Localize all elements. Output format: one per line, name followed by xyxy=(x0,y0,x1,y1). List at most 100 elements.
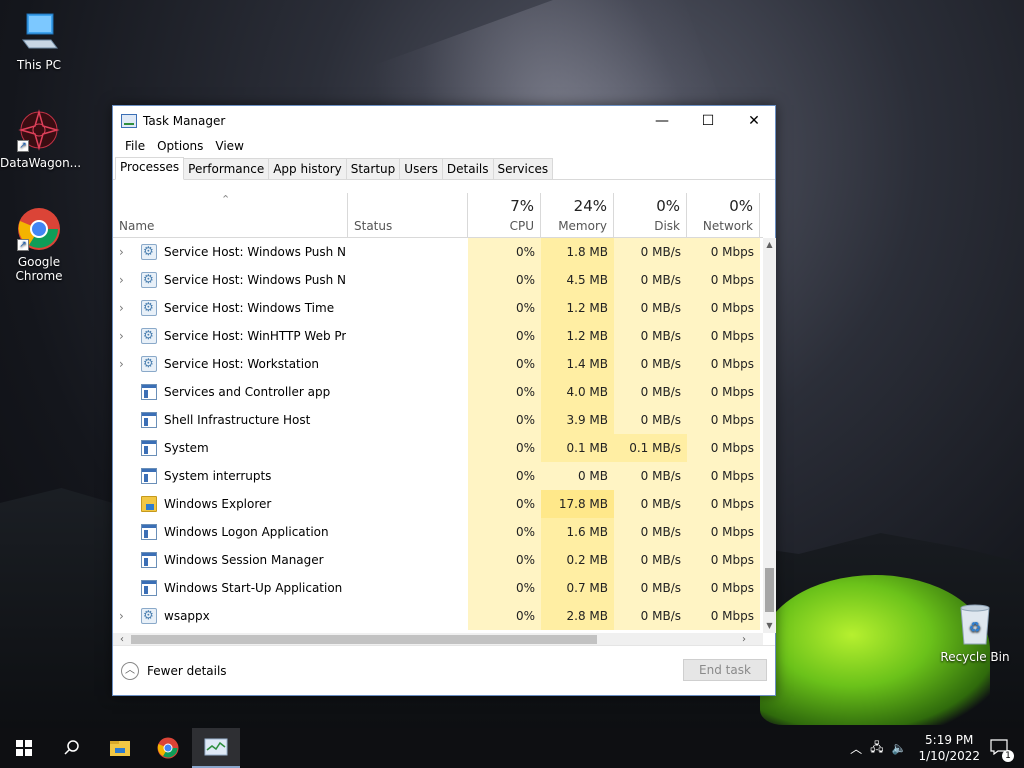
tab-bar: Processes Performance App history Startu… xyxy=(113,157,775,180)
tab-app-history[interactable]: App history xyxy=(268,158,347,179)
table-row[interactable]: Windows Session Manager 0% 0.2 MB 0 MB/s 0 M… xyxy=(113,546,763,574)
maximize-button[interactable]: ☐ xyxy=(685,106,731,135)
table-row[interactable]: Windows Start-Up Application 0% 0.7 MB 0 MB… xyxy=(113,574,763,602)
desktop-icon-recycle-bin[interactable]: ♻ Recycle Bin xyxy=(936,602,1014,664)
expand-chevron-icon[interactable]: › xyxy=(119,602,131,630)
app-window-icon xyxy=(141,468,157,484)
volume-muted-icon[interactable]: 🔈 xyxy=(892,741,907,755)
table-row[interactable]: System interrupts 0% 0 MB 0 MB/s 0 Mbps xyxy=(113,462,763,490)
table-row[interactable]: › Service Host: Windows Time 0%1.2 MB0 MB/… xyxy=(113,294,763,322)
service-gear-icon xyxy=(141,328,157,344)
process-name: Service Host: Windows Push No... xyxy=(164,273,346,287)
disk-cell: 0 MB/s xyxy=(614,238,687,266)
column-header-status[interactable]: Status xyxy=(348,193,468,238)
expand-chevron-icon[interactable]: › xyxy=(119,322,131,350)
memory-cell: 0.7 MB xyxy=(541,574,614,602)
system-tray: ︿ 🖧 🔈 5:19 PM 1/10/2022 1 xyxy=(850,728,1024,768)
menu-options[interactable]: Options xyxy=(151,139,209,153)
tab-users[interactable]: Users xyxy=(399,158,443,179)
table-row[interactable]: › Service Host: WinHTTP Web Pro... 0%1.2 M… xyxy=(113,322,763,350)
clock[interactable]: 5:19 PM 1/10/2022 xyxy=(918,732,980,764)
process-name: Windows Session Manager xyxy=(164,553,324,567)
column-header-disk[interactable]: 0% Disk xyxy=(614,193,687,238)
cpu-cell: 0% xyxy=(468,406,541,434)
desktop-icon-this-pc[interactable]: This PC xyxy=(0,10,78,72)
scroll-up-icon[interactable]: ▲ xyxy=(763,238,776,252)
chrome-icon xyxy=(157,737,179,759)
process-name: Windows Explorer xyxy=(164,497,272,511)
process-table: ⌃ Name Status 7% CPU 24% Memory 0% Disk … xyxy=(113,193,763,633)
title-bar[interactable]: Task Manager — ☐ ✕ xyxy=(113,106,775,135)
process-name: Windows Logon Application xyxy=(164,525,329,539)
process-name: Shell Infrastructure Host xyxy=(164,413,311,427)
action-center-button[interactable]: 1 xyxy=(990,738,1014,762)
memory-cell: 17.8 MB xyxy=(541,490,614,518)
task-manager-window: Task Manager — ☐ ✕ File Options View Pro… xyxy=(112,105,776,696)
end-task-button[interactable]: End task xyxy=(683,659,767,681)
table-row[interactable]: › wsappx 0%2.8 MB0 MB/s0 Mbps xyxy=(113,602,763,630)
expand-chevron-icon[interactable]: › xyxy=(119,238,131,266)
show-hidden-icons-icon[interactable]: ︿ xyxy=(850,740,862,757)
table-row[interactable]: Windows Explorer 0% 17.8 MB 0 MB/s 0 Mbps xyxy=(113,490,763,518)
tab-details[interactable]: Details xyxy=(441,158,494,179)
column-header-power[interactable]: P xyxy=(760,193,763,238)
vertical-scrollbar[interactable]: ▲ ▼ xyxy=(763,238,776,633)
tab-startup[interactable]: Startup xyxy=(345,158,401,179)
cpu-cell: 0% xyxy=(468,518,541,546)
table-row[interactable]: Services and Controller app 0% 4.0 MB 0 MB/… xyxy=(113,378,763,406)
taskbar-file-explorer[interactable] xyxy=(96,728,144,768)
horizontal-scroll-thumb[interactable] xyxy=(131,635,597,644)
expand-chevron-icon[interactable]: › xyxy=(119,350,131,378)
expand-chevron-icon[interactable]: › xyxy=(119,294,131,322)
network-cell: 0 Mbps xyxy=(687,462,760,490)
service-gear-icon xyxy=(141,244,157,260)
fewer-details-link[interactable]: ︿ Fewer details xyxy=(121,662,227,680)
notification-count: 1 xyxy=(1002,749,1014,762)
memory-cell: 3.9 MB xyxy=(541,406,614,434)
memory-cell: 1.2 MB xyxy=(541,294,614,322)
datawagon-icon: ↗ xyxy=(17,108,61,152)
search-button[interactable] xyxy=(48,728,96,768)
memory-cell: 4.5 MB xyxy=(541,266,614,294)
table-row[interactable]: › Service Host: Windows Push No... 0%4.5 M… xyxy=(113,266,763,294)
table-row[interactable]: System 0% 0.1 MB 0.1 MB/s 0 Mbps xyxy=(113,434,763,462)
column-header-cpu[interactable]: 7% CPU xyxy=(468,193,541,238)
recycle-bin-icon: ♻ xyxy=(953,602,997,646)
column-header-memory[interactable]: 24% Memory xyxy=(541,193,614,238)
tab-processes[interactable]: Processes xyxy=(115,157,185,180)
process-rows: ›Service Host: Windows Push No...0%1.8 M… xyxy=(113,238,763,630)
disk-cell: 0 MB/s xyxy=(614,602,687,630)
process-name: Services and Controller app xyxy=(164,385,331,399)
column-header-network[interactable]: 0% Network xyxy=(687,193,760,238)
process-name: System xyxy=(164,441,209,455)
tab-services[interactable]: Services xyxy=(492,158,554,179)
svg-text:♻: ♻ xyxy=(969,620,982,636)
taskbar-chrome[interactable] xyxy=(144,728,192,768)
cpu-cell: 0% xyxy=(468,322,541,350)
minimize-button[interactable]: — xyxy=(639,106,685,135)
desktop-icon-datawagon[interactable]: ↗ DataWagon... xyxy=(0,108,81,170)
memory-cell: 2.8 MB xyxy=(541,602,614,630)
process-name: Service Host: WinHTTP Web Pro... xyxy=(164,329,346,343)
table-row[interactable]: › Service Host: Workstation 0%1.4 MB0 MB/s… xyxy=(113,350,763,378)
network-icon[interactable]: 🖧 xyxy=(870,738,883,759)
table-row[interactable]: › Service Host: Windows Push No... 0%1.8 M… xyxy=(113,238,763,266)
expand-chevron-icon[interactable]: › xyxy=(119,266,131,294)
taskbar: ︿ 🖧 🔈 5:19 PM 1/10/2022 1 xyxy=(0,728,1024,768)
column-header-name[interactable]: Name xyxy=(113,193,348,238)
disk-cell: 0 MB/s xyxy=(614,378,687,406)
menu-view[interactable]: View xyxy=(209,139,249,153)
taskbar-task-manager[interactable] xyxy=(192,728,240,768)
start-button[interactable] xyxy=(0,728,48,768)
table-row[interactable]: Windows Logon Application 0% 1.6 MB 0 MB/s 0… xyxy=(113,518,763,546)
chrome-icon: ↗ xyxy=(17,207,61,251)
tab-performance[interactable]: Performance xyxy=(183,158,270,179)
desktop-icon-google-chrome[interactable]: ↗ Google Chrome xyxy=(0,207,78,283)
scroll-down-icon[interactable]: ▼ xyxy=(763,619,776,633)
menu-file[interactable]: File xyxy=(119,139,151,153)
app-window-icon xyxy=(141,524,157,540)
table-row[interactable]: Shell Infrastructure Host 0% 3.9 MB 0 MB/s 0… xyxy=(113,406,763,434)
process-name: System interrupts xyxy=(164,469,272,483)
vertical-scroll-thumb[interactable] xyxy=(765,568,774,612)
close-button[interactable]: ✕ xyxy=(731,106,777,135)
